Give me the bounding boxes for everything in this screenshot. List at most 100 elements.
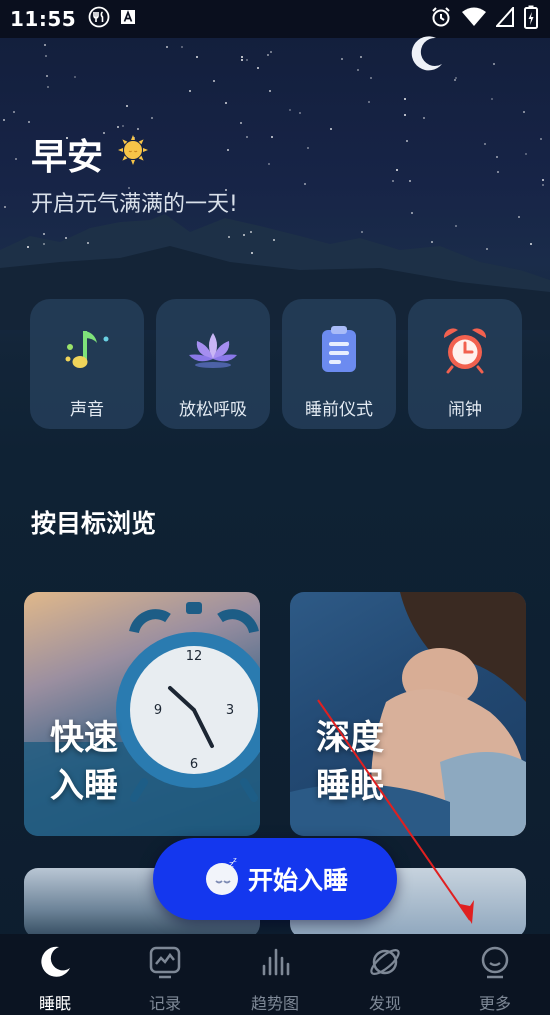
- star: [542, 184, 544, 186]
- star: [368, 101, 370, 103]
- star: [27, 246, 29, 248]
- chart-record-icon: [147, 944, 183, 984]
- tab-label: 发现: [368, 994, 401, 1013]
- star: [43, 243, 45, 245]
- star: [404, 98, 406, 100]
- tab-label: 记录: [148, 994, 181, 1013]
- star: [411, 212, 413, 214]
- star: [44, 44, 46, 46]
- star: [360, 56, 362, 58]
- star: [540, 138, 542, 140]
- star: [227, 149, 229, 151]
- star: [486, 248, 488, 250]
- star: [250, 231, 252, 233]
- signal-icon: [494, 5, 514, 31]
- star: [268, 163, 270, 165]
- star: [304, 183, 306, 185]
- star: [257, 67, 259, 69]
- star: [491, 98, 493, 100]
- greeting: 早安: [31, 128, 149, 180]
- star: [341, 58, 343, 60]
- greeting-text: 早安: [31, 137, 104, 178]
- tab-sleep[interactable]: 睡眠: [0, 934, 110, 1015]
- star: [243, 234, 245, 236]
- tab-more[interactable]: 更多: [440, 934, 550, 1015]
- star: [484, 143, 486, 145]
- tab-discover[interactable]: 发现: [330, 934, 440, 1015]
- star: [181, 46, 183, 48]
- star: [246, 136, 248, 138]
- start-sleep-label: 开始入睡: [247, 866, 348, 895]
- star: [269, 90, 271, 92]
- quick-action-label: 睡前仪式: [305, 400, 373, 420]
- bar-chart-icon: [257, 944, 293, 984]
- tab-label: 更多: [478, 994, 511, 1013]
- star: [455, 225, 457, 227]
- star: [251, 252, 253, 254]
- star: [13, 111, 15, 113]
- star: [241, 56, 243, 58]
- star: [299, 112, 301, 114]
- status-bar: 11:55: [0, 0, 550, 38]
- alarm-clock-icon: [438, 325, 492, 375]
- alarm-icon: [430, 6, 452, 32]
- quick-action-label: 闹钟: [448, 400, 482, 420]
- star: [523, 111, 525, 113]
- svg-text:9: 9: [154, 703, 162, 718]
- star: [530, 243, 532, 245]
- star: [454, 79, 456, 81]
- quick-action-alarm[interactable]: 闹钟: [408, 299, 522, 429]
- svg-text:12: 12: [186, 649, 203, 664]
- greeting-subtitle: 开启元气满满的一天!: [31, 192, 238, 217]
- star: [189, 90, 191, 92]
- sleeping-moon-icon: z z: [202, 856, 242, 901]
- status-time: 11:55: [10, 7, 77, 31]
- battery-charging-icon: [524, 5, 538, 33]
- bottom-tab-bar: 睡眠 记录 趋势图 发现 更多: [0, 934, 550, 1015]
- music-note-icon: [60, 325, 114, 375]
- svg-text:6: 6: [190, 757, 198, 772]
- star: [4, 206, 6, 208]
- star: [392, 180, 394, 182]
- wifi-icon: [462, 7, 486, 31]
- svg-text:3: 3: [226, 703, 234, 718]
- star: [409, 180, 411, 182]
- star: [357, 69, 359, 71]
- quick-action-relax-breathing[interactable]: 放松呼吸: [156, 299, 270, 429]
- tab-trends[interactable]: 趋势图: [220, 934, 330, 1015]
- star: [15, 158, 17, 160]
- star: [74, 76, 76, 78]
- star: [43, 233, 45, 235]
- star: [241, 59, 243, 61]
- tab-label: 趋势图: [250, 994, 299, 1013]
- star: [497, 171, 499, 173]
- star: [228, 236, 230, 238]
- star: [270, 51, 272, 53]
- star: [423, 117, 425, 119]
- star: [267, 54, 269, 56]
- browse-card-label: 快速 入睡: [50, 718, 118, 806]
- star: [166, 46, 168, 48]
- star: [330, 128, 332, 130]
- star: [370, 77, 372, 79]
- clipboard-icon: [312, 325, 366, 375]
- start-sleep-button[interactable]: z z 开始入睡: [153, 838, 397, 920]
- star: [496, 156, 498, 158]
- star: [65, 237, 67, 239]
- star: [493, 63, 495, 65]
- quick-action-bedtime-ritual[interactable]: 睡前仪式: [282, 299, 396, 429]
- star: [246, 59, 248, 61]
- quick-action-label: 放松呼吸: [179, 400, 247, 420]
- tab-label: 睡眠: [38, 994, 71, 1013]
- quick-actions: 声音 放松呼吸 睡前仪式 闹钟: [30, 299, 522, 429]
- tab-record[interactable]: 记录: [110, 934, 220, 1015]
- crescent-moon-icon: [406, 34, 446, 78]
- star: [273, 239, 275, 241]
- star: [87, 242, 89, 244]
- star: [47, 86, 49, 88]
- browse-card-fall-asleep[interactable]: 12 3 6 9 快速 入睡: [24, 592, 260, 836]
- browse-card-label: 深度 睡眠: [316, 718, 384, 806]
- browse-card-deep-sleep[interactable]: 深度 睡眠: [290, 592, 526, 836]
- quick-action-sound[interactable]: 声音: [30, 299, 144, 429]
- star: [525, 153, 527, 155]
